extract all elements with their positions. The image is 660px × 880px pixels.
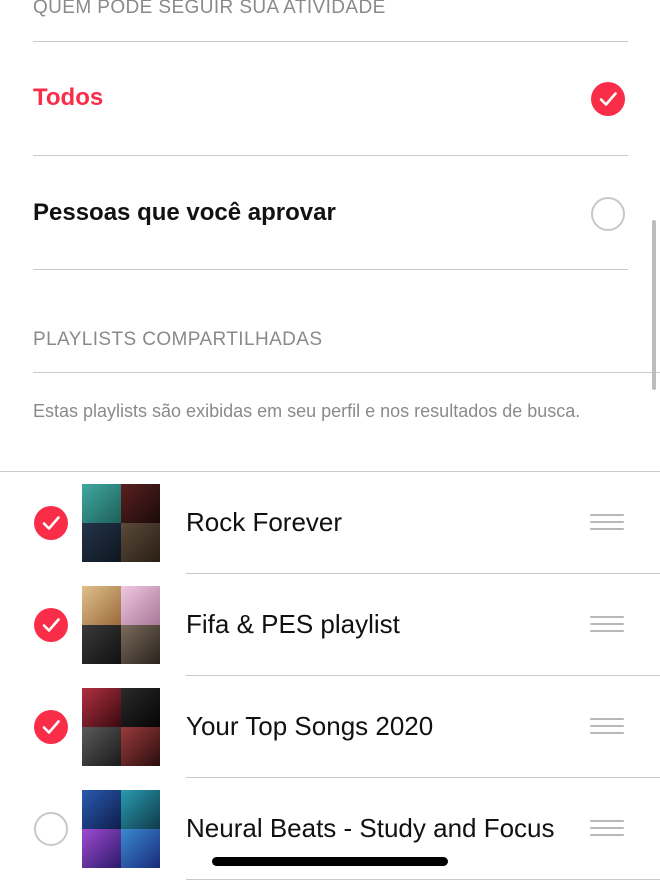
playlist-row[interactable]: Fifa & PES playlist — [0, 574, 660, 676]
playlists-footnote: Estas playlists são exibidas em seu perf… — [33, 401, 581, 421]
playlist-title: Neural Beats - Study and Focus — [186, 813, 555, 843]
playlist-title: Your Top Songs 2020 — [186, 711, 434, 741]
checkmark-circle-icon[interactable] — [34, 710, 68, 744]
playlist-title: Fifa & PES playlist — [186, 609, 400, 639]
privacy-settings-screen: QUEM PODE SEGUIR SUA ATIVIDADE Todos Pes… — [0, 0, 660, 880]
home-indicator[interactable] — [212, 857, 448, 866]
playlist-cover — [82, 688, 160, 766]
playlist-cover — [82, 586, 160, 664]
drag-handle-icon[interactable] — [590, 820, 624, 840]
empty-circle-icon[interactable] — [34, 812, 68, 846]
playlist-cover — [82, 790, 160, 868]
divider — [33, 372, 660, 373]
playlist-row[interactable]: Rock Forever — [0, 472, 660, 574]
divider — [33, 269, 628, 270]
drag-handle-icon[interactable] — [590, 718, 624, 738]
playlists-section-header: PLAYLISTS COMPARTILHADAS — [33, 329, 323, 350]
option-everyone-label: Todos — [33, 84, 104, 111]
divider — [33, 155, 628, 156]
empty-circle-icon — [591, 197, 625, 231]
playlist-cover — [82, 484, 160, 562]
scroll-indicator[interactable] — [652, 220, 656, 390]
follow-section-header: QUEM PODE SEGUIR SUA ATIVIDADE — [33, 0, 386, 18]
divider — [33, 41, 628, 42]
checkmark-circle-icon[interactable] — [34, 506, 68, 540]
checkmark-circle-icon — [591, 82, 625, 116]
drag-handle-icon[interactable] — [590, 616, 624, 636]
playlist-title: Rock Forever — [186, 507, 343, 537]
checkmark-circle-icon[interactable] — [34, 608, 68, 642]
drag-handle-icon[interactable] — [590, 514, 624, 534]
playlist-row[interactable]: Your Top Songs 2020 — [0, 676, 660, 778]
option-approve-label: Pessoas que você aprovar — [33, 199, 336, 226]
